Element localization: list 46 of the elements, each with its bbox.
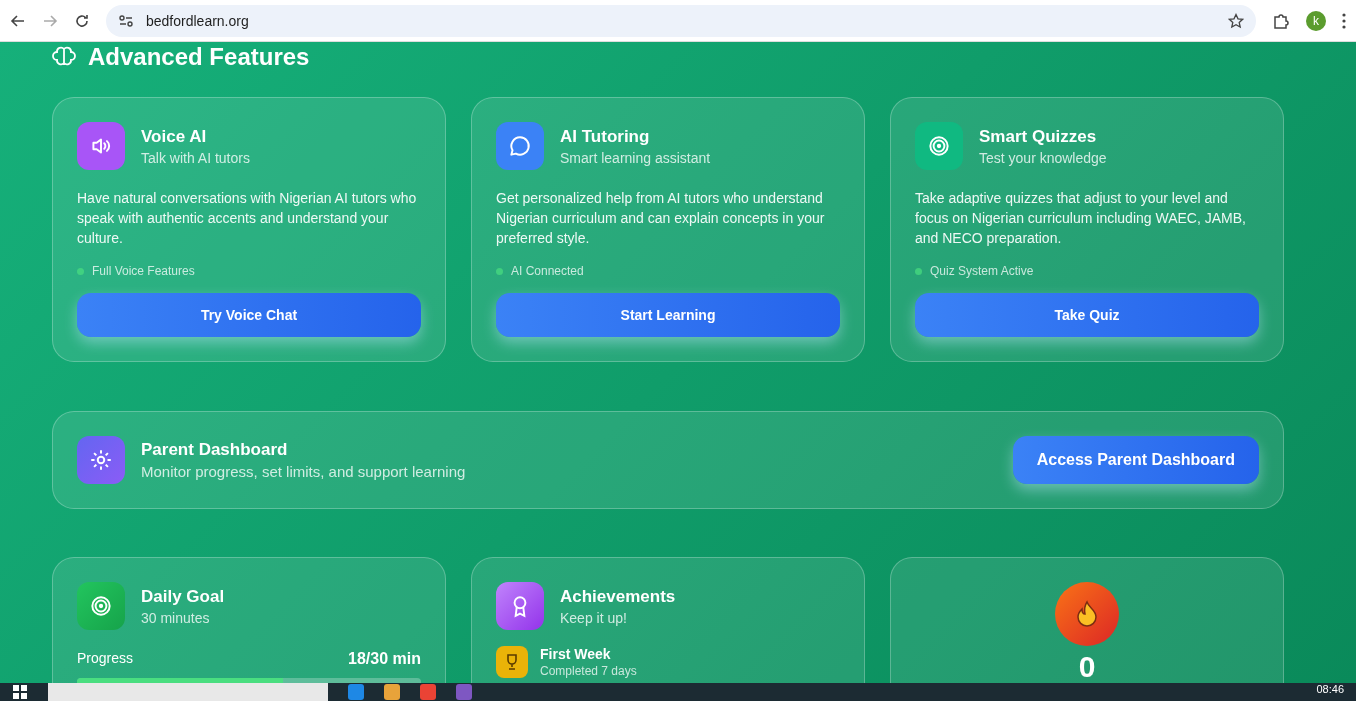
card-subtitle: Keep it up! [560,609,628,626]
card-description: Take adaptive quizzes that adjust to your level and focus on Nigerian curriculum including WAEC, JAMB, and NECO preparation. [915,189,1247,248]
windows-icon[interactable] [12,684,28,700]
trophy-icon [496,646,528,678]
back-icon[interactable] [10,12,26,29]
action-button[interactable]: Take Quiz [915,293,1259,337]
card-title: Voice AI [141,126,208,147]
address-bar[interactable]: bedfordlearn.org [106,4,1256,37]
reload-icon[interactable] [74,12,90,29]
status-text: AI Connected [511,264,584,278]
card-title: AI Tutoring [560,126,651,147]
card-subtitle: Smart learning assistant [560,149,711,166]
site-settings-icon[interactable] [118,12,134,29]
puzzle-icon[interactable] [1272,11,1290,30]
card-subtitle: Talk with AI tutors [141,149,250,166]
progress-value: 18/30 min [348,650,421,668]
status-dot [496,267,503,275]
url-text: bedfordlearn.org [146,12,250,29]
card-subtitle: Monitor progress, set limits, and support learning [141,463,467,480]
menu-icon[interactable] [1342,12,1346,29]
star-icon[interactable] [1228,12,1244,29]
card-description: Have natural conversations with Nigerian AI tutors who speak with authentic accents and understand your culture. [77,189,418,248]
section-title: Advanced Features [88,43,310,71]
achievement-title: First Week [540,646,612,662]
ribbon-icon [496,582,544,630]
card-title: Daily Goal [141,586,225,607]
parent-dashboard-button[interactable]: Access Parent Dashboard [1012,436,1259,484]
card-title: Smart Quizzes [979,126,1098,147]
card-title: Parent Dashboard [141,440,289,460]
card-description: Get personalized help from AI tutors who understand Nigerian curriculum and can explain concepts in your preferred style. [496,189,826,248]
target-icon [77,582,125,630]
status-text: Full Voice Features [92,264,195,278]
clock-time: 08:46 [1316,683,1344,695]
gear-icon [77,436,125,484]
progress-label: Progress [77,650,134,668]
card-title: Achievements [560,586,676,607]
card-subtitle: 30 minutes [141,609,211,626]
card-subtitle: Test your knowledge [979,149,1107,166]
profile-avatar[interactable]: k [1306,10,1326,31]
achievement-detail: Completed 7 days [540,664,637,678]
action-button[interactable]: Start Learning [496,293,840,337]
status-text: Quiz System Active [930,264,1034,278]
status-dot [915,267,922,275]
streak-count: 0 [1078,652,1096,682]
action-button[interactable]: Try Voice Chat [77,293,421,337]
status-dot [77,267,84,275]
